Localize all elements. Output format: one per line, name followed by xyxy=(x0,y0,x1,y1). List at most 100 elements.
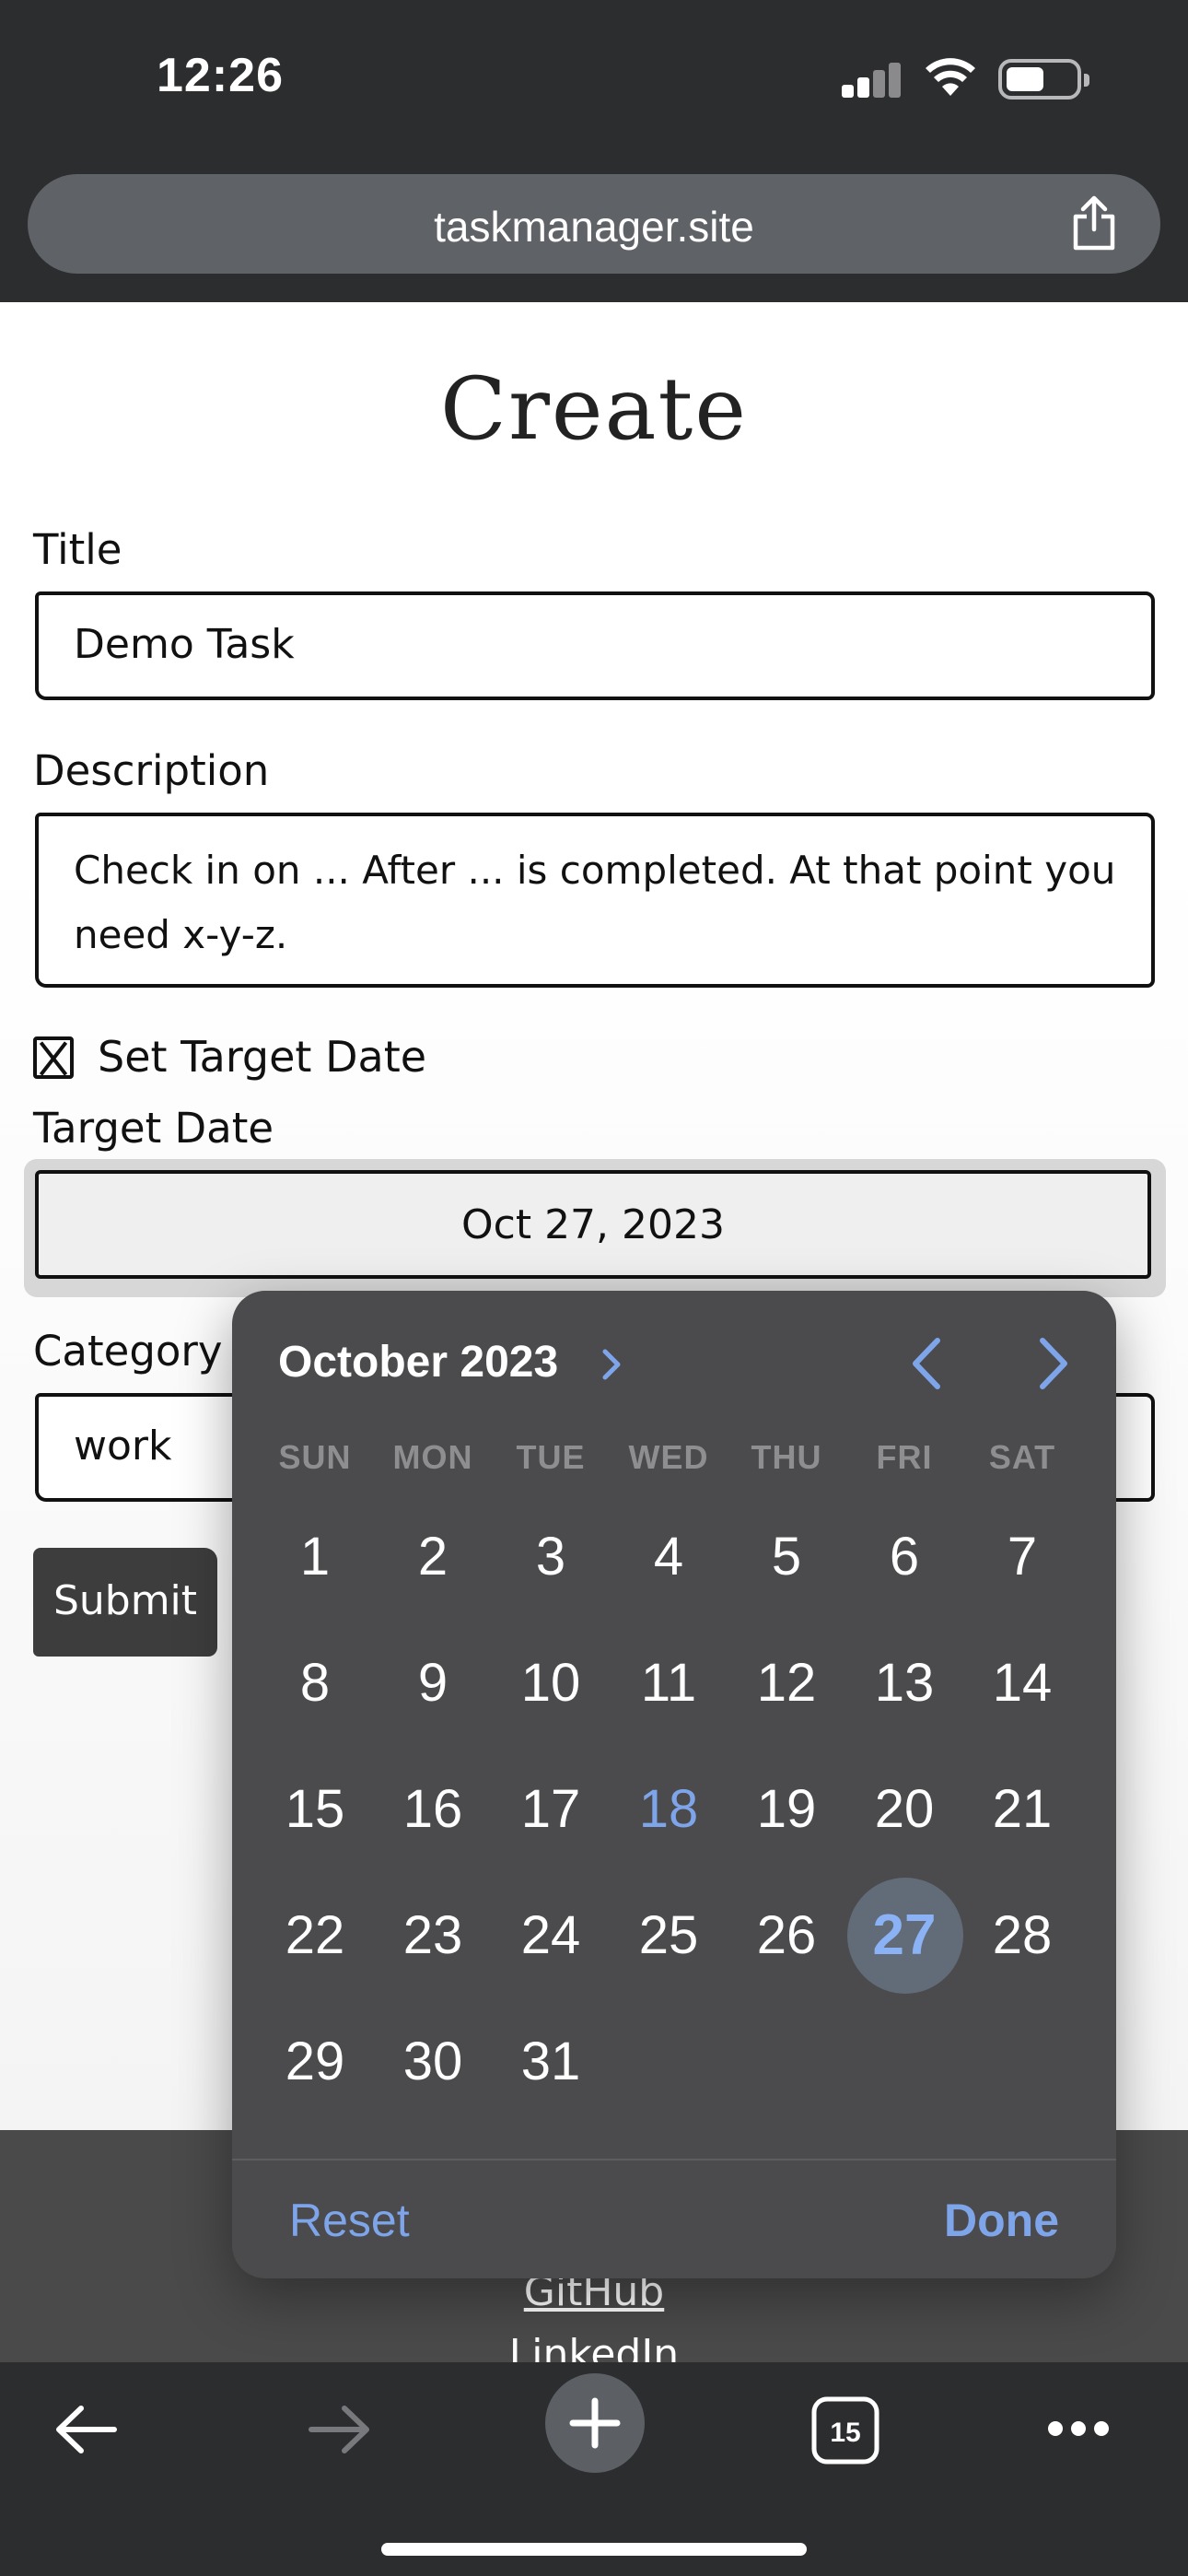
calendar-day-number: 10 xyxy=(520,1653,581,1713)
share-icon[interactable] xyxy=(1068,194,1120,252)
calendar-day-number: 27 xyxy=(872,1903,937,1967)
calendar-day-number: 12 xyxy=(756,1653,817,1713)
submit-button[interactable]: Submit xyxy=(33,1548,217,1657)
calendar-day-number: 17 xyxy=(520,1779,581,1839)
page-title: Create xyxy=(440,359,748,460)
calendar-day-number: 4 xyxy=(653,1527,684,1587)
calendar-day-number: 8 xyxy=(299,1653,331,1713)
calendar-days-grid: 1 2 3 4 5 6 7 8 9 10 11 12 13 14 15 16 17 18 19 20 21 22 23 24 2… xyxy=(256,1499,1081,2130)
plus-icon xyxy=(569,2397,621,2449)
footer-link-linkedin[interactable]: LinkedIn xyxy=(0,2331,1188,2362)
calendar-day[interactable]: 13 xyxy=(845,1625,963,1751)
calendar-day[interactable]: 2 xyxy=(374,1499,492,1625)
weekday-label: SUN xyxy=(278,1438,352,1476)
new-tab-button[interactable] xyxy=(545,2373,645,2473)
calendar-day-number: 3 xyxy=(535,1527,566,1587)
calendar-day[interactable]: 15 xyxy=(256,1751,374,1878)
calendar-day[interactable]: 20 xyxy=(845,1751,963,1878)
calendar-day-number: 11 xyxy=(640,1653,697,1713)
calendar-day-number: 14 xyxy=(992,1653,1053,1713)
set-target-date-checkbox[interactable] xyxy=(33,1036,74,1079)
calendar-day[interactable]: 30 xyxy=(374,2004,492,2130)
home-indicator[interactable] xyxy=(381,2543,807,2556)
picker-divider xyxy=(232,2159,1116,2160)
title-label: Title xyxy=(33,525,122,574)
calendar-day[interactable]: 23 xyxy=(374,1878,492,2004)
calendar-day[interactable]: 4 xyxy=(610,1499,728,1625)
done-button[interactable]: Done xyxy=(944,2194,1059,2247)
calendar-day-number: 20 xyxy=(874,1779,935,1839)
reset-button[interactable]: Reset xyxy=(289,2194,410,2247)
calendar-day[interactable]: 29 xyxy=(256,2004,374,2130)
weekday-label: TUE xyxy=(516,1438,586,1476)
calendar-day[interactable]: 28 xyxy=(963,1878,1081,2004)
weekday-label: SAT xyxy=(988,1438,1056,1476)
weekday-label: THU xyxy=(751,1438,822,1476)
calendar-day[interactable]: 3 xyxy=(492,1499,610,1625)
calendar-day-number: 21 xyxy=(992,1779,1053,1839)
battery-icon xyxy=(998,59,1089,100)
calendar-day-number: 25 xyxy=(638,1905,699,1965)
weekday-label: WED xyxy=(628,1438,709,1476)
tab-count: 15 xyxy=(830,2418,860,2448)
calendar-day[interactable]: 31 xyxy=(492,2004,610,2130)
calendar-day[interactable]: 8 xyxy=(256,1625,374,1751)
more-icon[interactable] xyxy=(1046,2419,1111,2438)
calendar-day-number: 30 xyxy=(402,2032,463,2091)
calendar-day[interactable]: 19 xyxy=(728,1751,845,1878)
calendar-day-number: 15 xyxy=(285,1779,345,1839)
wifi-icon xyxy=(926,58,975,96)
target-date-label: Target Date xyxy=(33,1104,274,1153)
cellular-signal-icon xyxy=(842,61,903,98)
calendar-day[interactable]: 6 xyxy=(845,1499,963,1625)
weekday-label: MON xyxy=(392,1438,473,1476)
tabs-icon[interactable]: 15 xyxy=(810,2395,880,2465)
browser-top-chrome: 12:26 taskmanager.site xyxy=(0,0,1188,302)
calendar-day-number: 13 xyxy=(874,1653,935,1713)
date-picker-popover: October 2023 SUN MON TUE WED THU FRI SAT… xyxy=(232,1291,1116,2278)
calendar-day-number: 28 xyxy=(992,1905,1053,1965)
calendar-day-number: 23 xyxy=(402,1905,463,1965)
calendar-day-number: 5 xyxy=(771,1527,802,1587)
calendar-day[interactable]: 10 xyxy=(492,1625,610,1751)
calendar-day-number: 24 xyxy=(520,1905,581,1965)
category-label: Category xyxy=(33,1327,223,1376)
calendar-day[interactable]: 25 xyxy=(610,1878,728,2004)
calendar-day[interactable]: 22 xyxy=(256,1878,374,2004)
url-text[interactable]: taskmanager.site xyxy=(28,202,1160,252)
calendar-day[interactable]: 12 xyxy=(728,1625,845,1751)
target-date-focus-ring: Oct 27, 2023 xyxy=(24,1159,1166,1297)
calendar-day-number: 7 xyxy=(1007,1527,1038,1587)
calendar-day[interactable]: 21 xyxy=(963,1751,1081,1878)
calendar-day[interactable]: 5 xyxy=(728,1499,845,1625)
description-textarea[interactable]: Check in on ... After ... is completed. … xyxy=(35,813,1155,988)
title-input[interactable]: Demo Task xyxy=(35,591,1155,700)
address-bar[interactable]: taskmanager.site xyxy=(28,174,1160,274)
calendar-day-number: 31 xyxy=(520,2032,581,2091)
picker-month-label[interactable]: October 2023 xyxy=(278,1337,558,1388)
calendar-day[interactable]: 26 xyxy=(728,1878,845,2004)
calendar-day-number: 2 xyxy=(417,1527,448,1587)
calendar-day[interactable]: 9 xyxy=(374,1625,492,1751)
calendar-day-number: 19 xyxy=(756,1779,817,1839)
calendar-day[interactable]: 7 xyxy=(963,1499,1081,1625)
calendar-day[interactable]: 1 xyxy=(256,1499,374,1625)
calendar-day[interactable]: 18 xyxy=(610,1751,728,1878)
calendar-day[interactable]: 24 xyxy=(492,1878,610,2004)
calendar-day[interactable]: 27 xyxy=(845,1878,963,2004)
calendar-day[interactable]: 11 xyxy=(610,1625,728,1751)
calendar-day[interactable]: 14 xyxy=(963,1625,1081,1751)
calendar-day-number: 6 xyxy=(889,1527,920,1587)
chevron-left-icon[interactable] xyxy=(904,1335,950,1392)
set-target-date-label[interactable]: Set Target Date xyxy=(98,1032,426,1082)
chevron-right-icon[interactable] xyxy=(598,1344,625,1385)
calendar-day-number: 9 xyxy=(417,1653,448,1713)
weekday-header: SUN MON TUE WED THU FRI SAT xyxy=(256,1438,1081,1477)
calendar-day[interactable]: 16 xyxy=(374,1751,492,1878)
target-date-input[interactable]: Oct 27, 2023 xyxy=(35,1170,1151,1279)
back-arrow-icon[interactable] xyxy=(53,2401,120,2458)
calendar-day[interactable]: 17 xyxy=(492,1751,610,1878)
calendar-day-number: 26 xyxy=(756,1905,817,1965)
chevron-right-icon[interactable] xyxy=(1030,1335,1076,1392)
forward-arrow-icon[interactable] xyxy=(306,2401,372,2458)
